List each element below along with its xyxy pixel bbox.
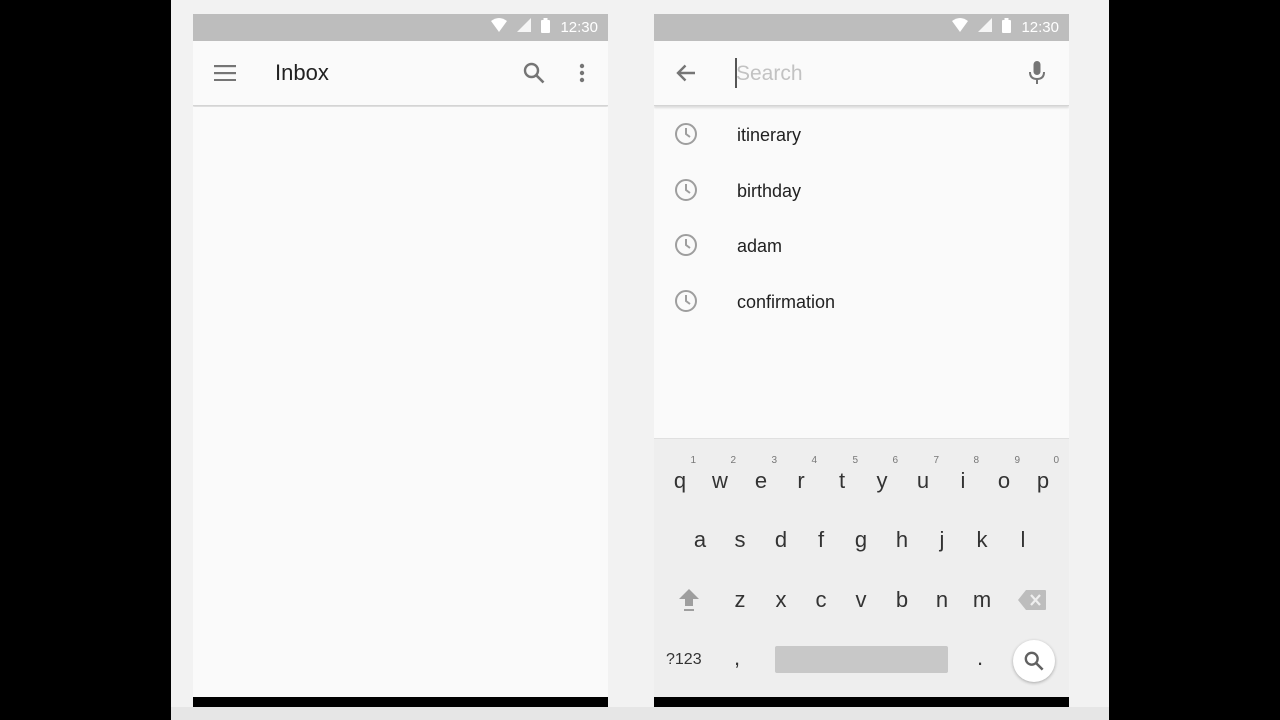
space-key[interactable] (775, 646, 948, 673)
key-label: i (960, 468, 966, 493)
key-q[interactable]: q1 (660, 453, 700, 509)
key-l[interactable]: l (1003, 512, 1043, 568)
signal-icon (978, 18, 993, 37)
key-comma[interactable]: , (734, 645, 740, 671)
key-hint: 2 (730, 455, 736, 466)
key-a[interactable]: a (680, 512, 720, 568)
key-label: e (754, 468, 768, 493)
key-o[interactable]: o9 (984, 453, 1024, 509)
more-vert-icon[interactable] (562, 53, 602, 93)
clock-icon (674, 122, 698, 151)
key-z[interactable]: z (720, 572, 760, 628)
key-d[interactable]: d (761, 512, 801, 568)
search-icon[interactable] (514, 53, 554, 93)
key-r[interactable]: r4 (781, 453, 821, 509)
key-c[interactable]: c (801, 572, 841, 628)
key-n[interactable]: n (922, 572, 962, 628)
search-input[interactable]: Search (736, 62, 803, 86)
key-x[interactable]: x (761, 572, 801, 628)
recent-search-item[interactable]: adam (654, 218, 1069, 274)
key-hint: 9 (1014, 455, 1020, 466)
key-hint: 1 (690, 455, 696, 466)
keyboard-row-2: a s d f g h j k l (654, 512, 1069, 572)
mic-icon[interactable] (1017, 53, 1057, 93)
key-label: q (673, 468, 687, 493)
wifi-icon (952, 18, 969, 37)
recent-search-item[interactable]: confirmation (654, 274, 1069, 330)
recent-search-label: adam (737, 236, 783, 256)
battery-icon (541, 17, 551, 38)
key-hint: 8 (973, 455, 979, 466)
key-j[interactable]: j (922, 512, 962, 568)
key-g[interactable]: g (841, 512, 881, 568)
status-time: 12:30 (1021, 19, 1059, 36)
key-hint: 5 (852, 455, 858, 466)
recent-search-label: confirmation (737, 291, 836, 312)
recent-searches-list: itinerary birthday adam confirmation (654, 107, 1069, 329)
status-bar: 12:30 (193, 14, 608, 41)
key-hint: 3 (771, 455, 777, 466)
key-hint: 0 (1053, 455, 1059, 466)
key-k[interactable]: k (962, 512, 1002, 568)
symbols-key[interactable]: ?123 (666, 651, 702, 669)
search-toolbar: Search (654, 41, 1069, 106)
key-f[interactable]: f (801, 512, 841, 568)
key-label: r (797, 468, 805, 493)
key-label: w (712, 468, 728, 493)
key-hint: 4 (811, 455, 817, 466)
recent-search-label: itinerary (737, 125, 802, 145)
clock-icon (674, 233, 698, 262)
app-toolbar: Inbox (193, 41, 608, 106)
key-hint: 7 (933, 455, 939, 466)
recent-search-label: birthday (737, 180, 802, 201)
status-time: 12:30 (560, 19, 598, 36)
key-label: o (997, 468, 1011, 493)
key-m[interactable]: m (962, 572, 1002, 628)
menu-icon[interactable] (205, 53, 245, 93)
navigation-bar (654, 697, 1069, 707)
keyboard-row-1: q1 w2 e3 r4 t5 y6 u7 i8 o9 p0 (654, 453, 1069, 513)
key-s[interactable]: s (720, 512, 760, 568)
key-u[interactable]: u7 (903, 453, 943, 509)
key-label: u (916, 468, 930, 493)
battery-icon (1002, 17, 1012, 38)
arrow-back-icon[interactable] (666, 53, 706, 93)
search-phone-screen: 12:30 Search itinerary birthday adam con… (654, 14, 1069, 707)
key-w[interactable]: w2 (700, 453, 740, 509)
key-h[interactable]: h (882, 512, 922, 568)
key-v[interactable]: v (841, 572, 881, 628)
key-b[interactable]: b (882, 572, 922, 628)
search-icon (1024, 651, 1044, 671)
inbox-content-area (193, 107, 608, 697)
keyboard-row-3: z x c v b n m (654, 572, 1069, 632)
key-t[interactable]: t5 (822, 453, 862, 509)
wifi-icon (491, 18, 508, 37)
key-i[interactable]: i8 (943, 453, 983, 509)
keyboard-search-button[interactable] (1013, 640, 1055, 682)
soft-keyboard: q1 w2 e3 r4 t5 y6 u7 i8 o9 p0 a s d f g … (654, 438, 1069, 698)
shift-icon[interactable] (669, 572, 709, 628)
canvas-bottom-edge (171, 707, 1109, 720)
navigation-bar (193, 697, 608, 707)
key-label: p (1036, 468, 1050, 493)
signal-icon (517, 18, 532, 37)
page-title: Inbox (275, 60, 329, 85)
clock-icon (674, 289, 698, 318)
status-bar: 12:30 (654, 14, 1069, 41)
key-period[interactable]: . (977, 645, 983, 671)
recent-search-item[interactable]: birthday (654, 163, 1069, 219)
key-label: y (876, 468, 888, 493)
clock-icon (674, 178, 698, 207)
inbox-phone-screen: 12:30 Inbox (193, 14, 608, 707)
key-e[interactable]: e3 (741, 453, 781, 509)
key-y[interactable]: y6 (862, 453, 902, 509)
key-p[interactable]: p0 (1023, 453, 1063, 509)
recent-search-item[interactable]: itinerary (654, 107, 1069, 163)
key-hint: 6 (892, 455, 898, 466)
backspace-icon[interactable] (1012, 572, 1052, 628)
key-label: t (838, 468, 846, 493)
